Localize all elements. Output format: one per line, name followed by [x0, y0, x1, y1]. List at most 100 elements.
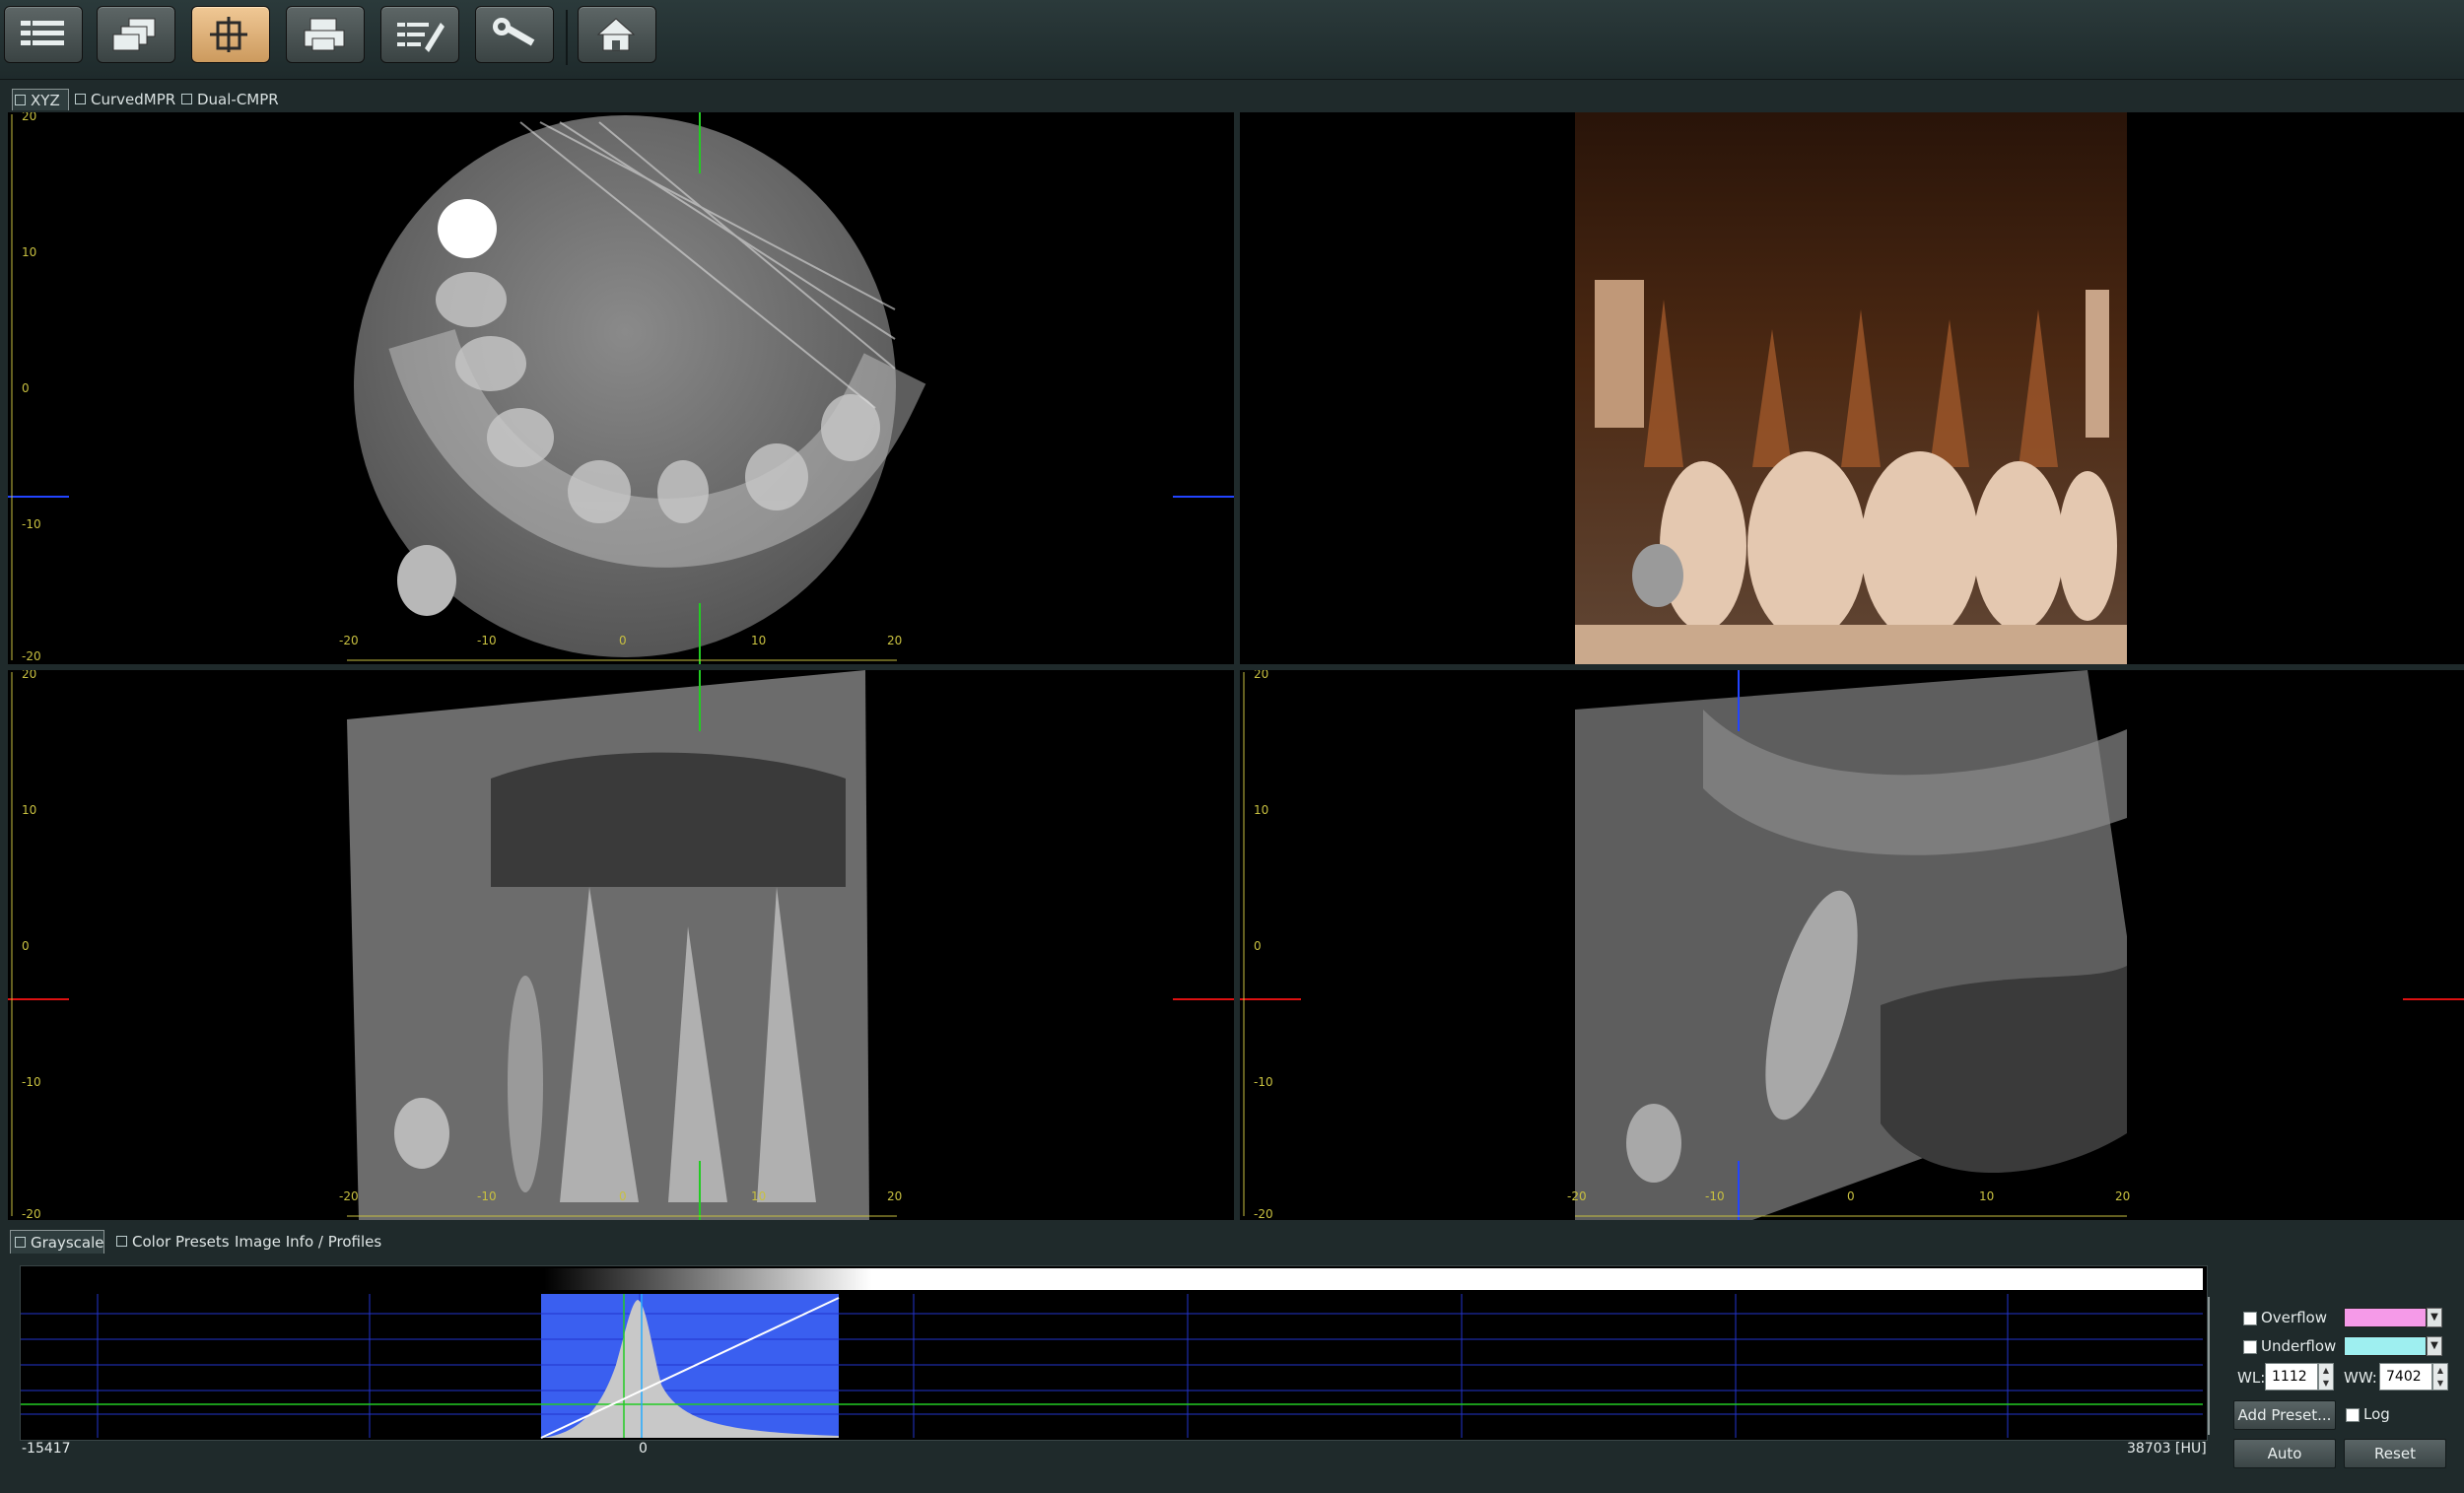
toolbar-separator [566, 10, 568, 65]
overflow-color-swatch[interactable] [2344, 1308, 2427, 1327]
sagittal-image: 20 10 0 -10 -20 -20 -10 0 10 20 [1240, 670, 2464, 1220]
reset-button[interactable]: Reset [2344, 1439, 2446, 1468]
list-view-button[interactable] [4, 6, 83, 63]
tab-xyz[interactable]: XYZ [12, 89, 69, 110]
ruler-bottom-label: 20 [887, 634, 902, 647]
histogram-max: 38703 [HU] [2127, 1441, 2207, 1457]
tab-presets[interactable]: Presets [175, 1230, 230, 1254]
home-button[interactable] [578, 6, 656, 63]
ww-input[interactable]: 7402 [2379, 1363, 2432, 1391]
ruler-bottom-label: 20 [887, 1189, 902, 1203]
volume-3d-viewport[interactable] [1240, 112, 2464, 664]
grayscale-tab-icon [15, 1237, 26, 1248]
coronal-image: 20 10 0 -10 -20 -20 -10 0 10 20 [8, 670, 1234, 1220]
auto-button[interactable]: Auto [2233, 1439, 2336, 1468]
tab-label: Presets [175, 1233, 230, 1251]
ruler-left-label: 10 [22, 245, 36, 259]
ruler-bottom-label: 10 [1979, 1189, 1994, 1203]
tab-label: Dual-CMPR [197, 91, 279, 108]
underflow-label: Underflow [2261, 1337, 2337, 1355]
tab-image-info[interactable]: Image Info / Profiles [235, 1230, 381, 1254]
tab-dual-cmpr[interactable]: Dual-CMPR [179, 89, 315, 110]
wl-label: WL: [2237, 1369, 2266, 1387]
coronal-viewport[interactable]: 20 10 0 -10 -20 -20 -10 0 10 20 [8, 670, 1234, 1220]
view-tab-icon [15, 95, 26, 105]
ruler-bottom-label: 20 [2115, 1189, 2130, 1203]
tab-grayscale[interactable]: Grayscale [10, 1230, 104, 1254]
ruler-left-label: -10 [1254, 1075, 1273, 1089]
report-button[interactable] [380, 6, 459, 63]
grayscale-ramp [21, 1268, 2203, 1290]
tab-label: XYZ [31, 92, 60, 109]
ruler-bottom-label: -10 [477, 634, 497, 647]
wl-spinner[interactable]: ▲ ▼ [2318, 1363, 2334, 1391]
histogram-panel[interactable] [20, 1265, 2208, 1441]
mpr-cube-icon [210, 17, 247, 52]
layers-button[interactable] [97, 6, 175, 63]
print-button[interactable] [286, 6, 365, 63]
settings-button[interactable] [475, 6, 554, 63]
ruler-left-label: 0 [22, 939, 30, 953]
list-icon [21, 21, 64, 45]
ruler-bottom-label: 10 [751, 1189, 766, 1203]
ruler-left-label: 20 [1254, 670, 1268, 681]
ruler-bottom-label: 10 [751, 634, 766, 647]
ww-label: WW: [2344, 1369, 2377, 1387]
layers-icon [112, 18, 156, 51]
ruler-left-label: -20 [22, 1207, 41, 1220]
view-tab-icon [181, 94, 192, 104]
overflow-label: Overflow [2261, 1309, 2327, 1326]
log-label: Log [2363, 1405, 2390, 1423]
ruler-bottom-label: -20 [1567, 1189, 1587, 1203]
view-tabs: XYZ CurvedMPR Dual-CMPR [6, 89, 2464, 110]
tab-label: Color [132, 1233, 171, 1251]
histogram-chart [21, 1268, 2203, 1439]
overflow-checkbox[interactable] [2243, 1312, 2257, 1325]
orientation-head [394, 1098, 449, 1169]
tab-label: Grayscale [31, 1234, 104, 1252]
ruler-bottom-label: -10 [1705, 1189, 1725, 1203]
bottom-tabs: Grayscale Color Presets Image Info / Pro… [10, 1230, 897, 1254]
wrench-icon [493, 18, 535, 46]
histogram-zero: 0 [639, 1441, 648, 1457]
print-icon [304, 18, 345, 51]
ruler-left-label: -10 [22, 1075, 41, 1089]
edit-notes-icon [397, 23, 445, 52]
histogram-grid [21, 1294, 2203, 1438]
volume-render-image [1575, 112, 2127, 664]
overflow-color-dropdown[interactable]: ▼ [2427, 1308, 2442, 1327]
underflow-color-dropdown[interactable]: ▼ [2427, 1336, 2442, 1356]
ww-spinner[interactable]: ▲ ▼ [2432, 1363, 2448, 1391]
axial-viewport[interactable]: 20 10 0 -10 -20 -20 -10 0 10 20 [8, 112, 1234, 664]
wl-input[interactable]: 1112 [2265, 1363, 2318, 1391]
ruler-left-label: -10 [22, 517, 41, 531]
ruler-left-label: 20 [22, 112, 36, 123]
ruler-bottom-label: 0 [619, 634, 627, 647]
histogram-min: -15417 [22, 1441, 71, 1457]
underflow-checkbox[interactable] [2243, 1340, 2257, 1354]
axial-image: 20 10 0 -10 -20 -20 -10 0 10 20 [8, 112, 1234, 664]
ruler-left-label: 0 [1254, 939, 1262, 953]
tab-label: Image Info / Profiles [235, 1233, 382, 1251]
sagittal-viewport[interactable]: 20 10 0 -10 -20 -20 -10 0 10 20 [1240, 670, 2464, 1220]
ruler-left-label: 10 [1254, 803, 1268, 817]
tab-color[interactable]: Color [112, 1230, 171, 1254]
add-preset-button[interactable]: Add Preset... [2233, 1400, 2336, 1430]
orientation-head [1632, 544, 1683, 607]
view-tab-icon [75, 94, 86, 104]
home-icon [596, 18, 636, 51]
ruler-left-label: 10 [22, 803, 36, 817]
color-tab-icon [116, 1236, 127, 1247]
ruler-bottom-label: 0 [1847, 1189, 1855, 1203]
ruler-bottom-label: -10 [477, 1189, 497, 1203]
orientation-head [1626, 1104, 1681, 1183]
ruler-bottom-label: -20 [339, 1189, 359, 1203]
log-checkbox[interactable] [2346, 1408, 2360, 1422]
mpr-view-button[interactable] [191, 6, 270, 63]
main-toolbar [0, 0, 2464, 80]
underflow-color-swatch[interactable] [2344, 1336, 2427, 1356]
ruler-left-label: 0 [22, 381, 30, 395]
ruler-bottom-label: -20 [339, 634, 359, 647]
ruler-left-label: -20 [22, 649, 41, 663]
histogram-scroll-slider[interactable] [2208, 1297, 2220, 1435]
